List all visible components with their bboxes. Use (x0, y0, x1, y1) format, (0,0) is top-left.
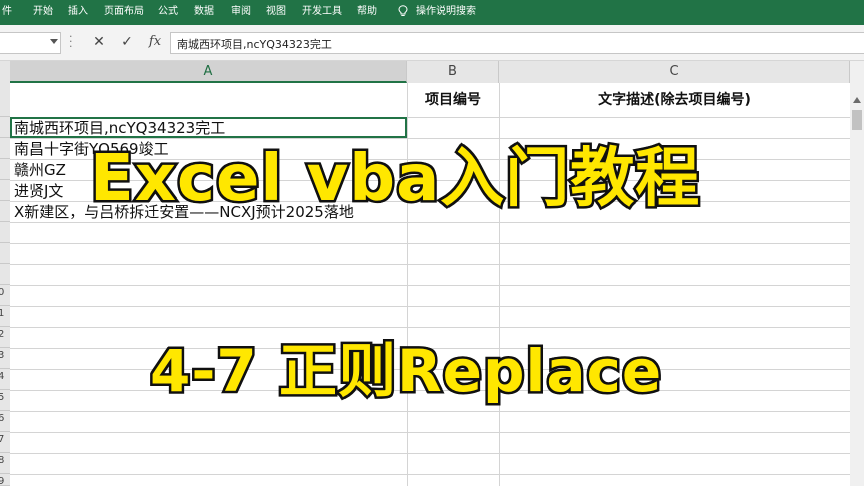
tab-review[interactable]: 审阅 (231, 5, 251, 19)
tab-file[interactable]: 件 (2, 5, 12, 19)
gridline (10, 327, 850, 328)
row-header[interactable]: 9 (0, 474, 10, 486)
video-subtitle: 4-7 正则Replace (147, 335, 663, 408)
row-header[interactable] (0, 180, 10, 201)
row-header[interactable]: 3 (0, 348, 10, 369)
row-header[interactable] (0, 264, 10, 285)
insert-function-button[interactable]: fx (144, 33, 166, 51)
formula-text: 南城西环项目,ncYQ34323完工 (177, 38, 332, 51)
cancel-button[interactable]: ✕ (88, 33, 110, 51)
row-header[interactable]: 4 (0, 369, 10, 390)
formula-input[interactable]: 南城西环项目,ncYQ34323完工 (170, 32, 864, 54)
select-all-corner[interactable] (0, 61, 10, 83)
tab-view[interactable]: 视图 (266, 5, 286, 19)
row-header[interactable] (0, 222, 10, 243)
row-header[interactable]: 1 (0, 306, 10, 327)
column-header-c[interactable]: C (499, 61, 850, 83)
more-options-icon[interactable]: · · · (69, 31, 73, 52)
gridline (10, 264, 850, 265)
row-header[interactable]: 0 (0, 285, 10, 306)
name-box-dropdown-icon[interactable] (50, 39, 58, 44)
formula-bar: · · · ✕ ✓ fx 南城西环项目,ncYQ34323完工 (0, 25, 864, 61)
column-header-b[interactable]: B (407, 61, 499, 83)
lightbulb-icon (398, 5, 408, 16)
gridline (10, 222, 850, 223)
column-header-a[interactable]: A (10, 61, 407, 83)
gridline (10, 432, 850, 433)
row-header[interactable] (0, 138, 10, 159)
row-header[interactable]: 5 (0, 390, 10, 411)
tab-home[interactable]: 开始 (33, 5, 53, 19)
row-header[interactable] (0, 159, 10, 180)
video-title: Excel vba入门教程 (87, 140, 701, 219)
row-header[interactable] (0, 83, 10, 117)
cell-b1-project-code-header[interactable]: 项目编号 (407, 86, 499, 114)
gridline (10, 285, 850, 286)
tab-help[interactable]: 帮助 (357, 5, 377, 19)
scroll-up-arrow-icon[interactable] (853, 97, 861, 103)
cell-c1-description-header[interactable]: 文字描述(除去项目编号) (499, 86, 850, 114)
gridline (10, 474, 850, 475)
enter-button[interactable]: ✓ (116, 33, 138, 51)
row-header[interactable]: 6 (0, 411, 10, 432)
row-header[interactable] (0, 201, 10, 222)
active-cell-selection (10, 117, 407, 138)
row-header[interactable]: 8 (0, 453, 10, 474)
row-header[interactable]: 7 (0, 432, 10, 453)
gridline (10, 306, 850, 307)
row-header[interactable] (0, 243, 10, 264)
ribbon-tab-bar: 件 开始 插入 页面布局 公式 数据 审阅 视图 开发工具 帮助 操作说明搜索 (0, 0, 864, 25)
row-header[interactable]: 2 (0, 327, 10, 348)
gridline (10, 411, 850, 412)
tell-me-search[interactable]: 操作说明搜索 (416, 5, 476, 19)
tab-developer[interactable]: 开发工具 (302, 5, 342, 19)
row-header[interactable] (0, 117, 10, 138)
tab-insert[interactable]: 插入 (68, 5, 88, 19)
tab-page-layout[interactable]: 页面布局 (104, 5, 144, 19)
scrollbar-thumb[interactable] (852, 110, 862, 130)
gridline (10, 243, 850, 244)
tab-data[interactable]: 数据 (194, 5, 214, 19)
tab-formulas[interactable]: 公式 (158, 5, 178, 19)
gridline (10, 453, 850, 454)
